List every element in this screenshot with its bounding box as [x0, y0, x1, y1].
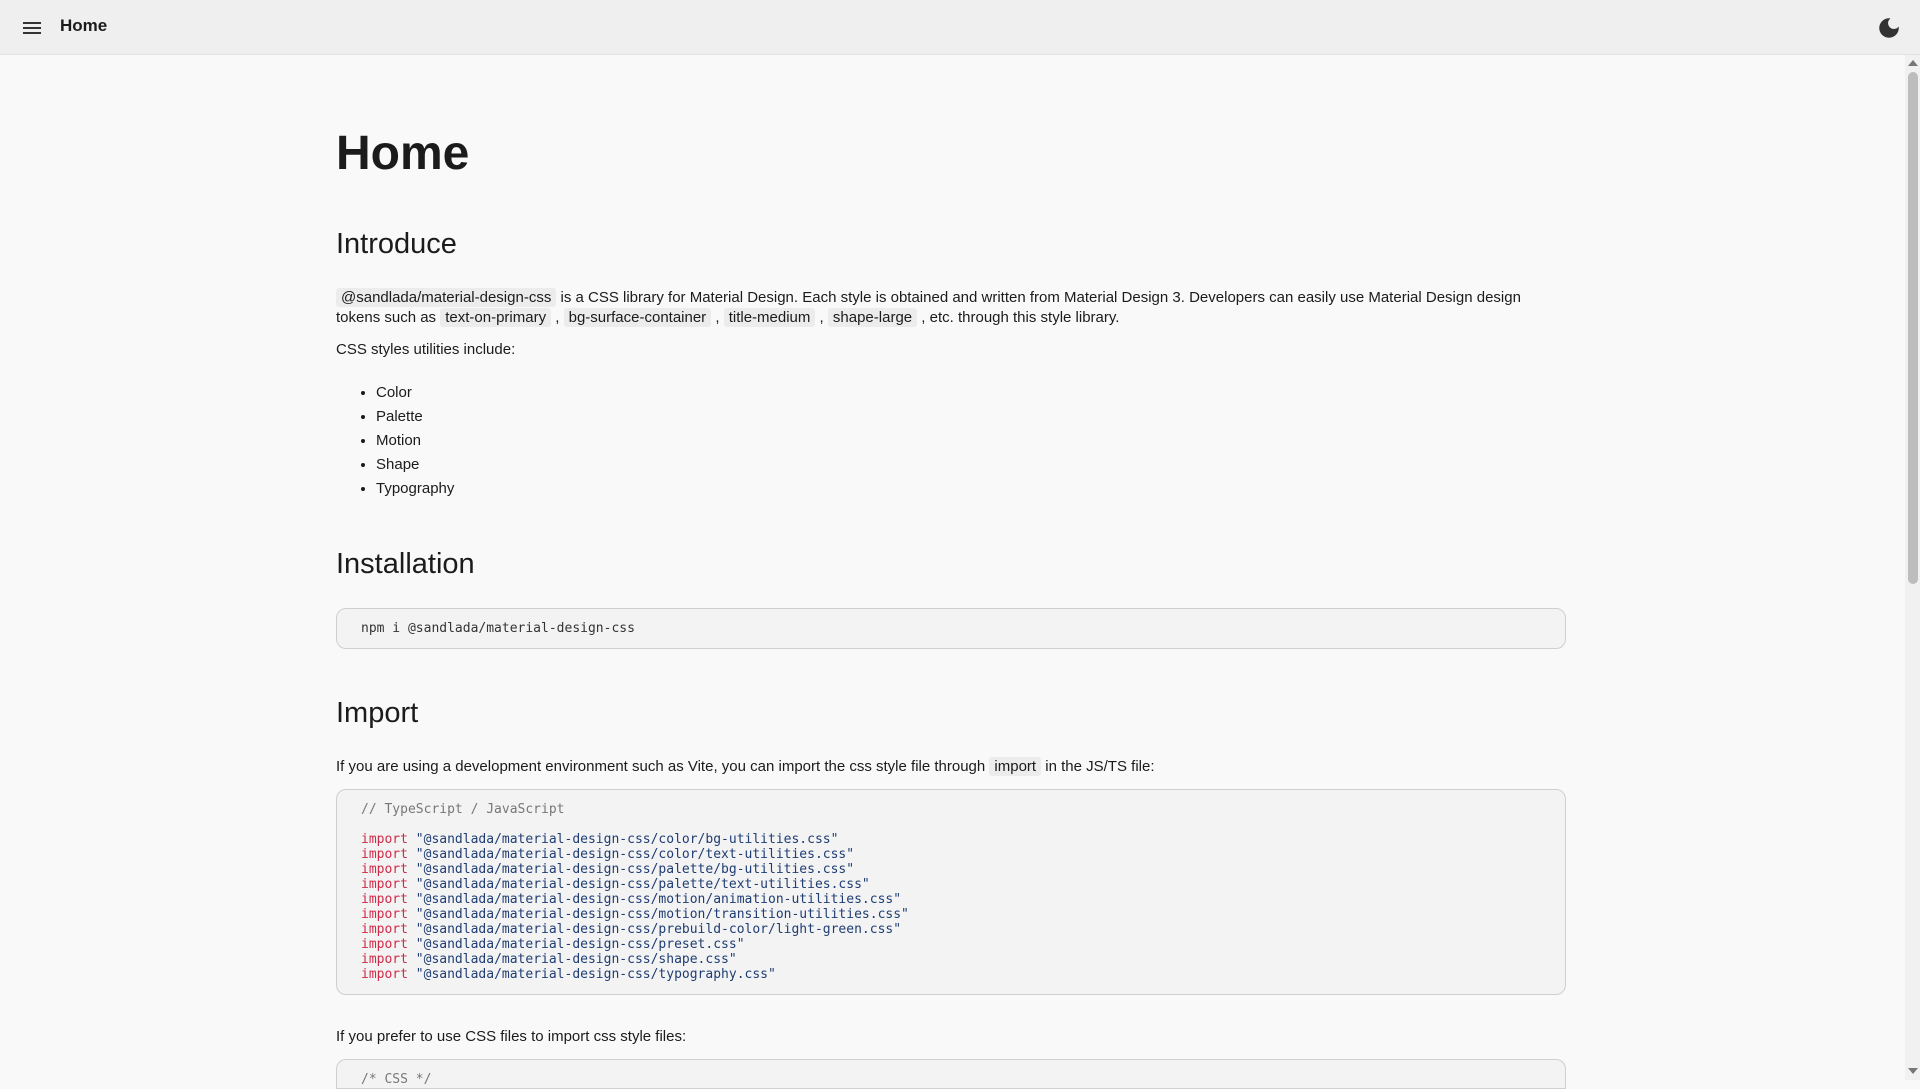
- code-keyword: import: [361, 922, 408, 937]
- code-line: import "@sandlada/material-design-css/ty…: [361, 967, 1541, 982]
- css-import-paragraph: If you prefer to use CSS files to import…: [336, 1028, 687, 1045]
- code-string: "@sandlada/material-design-css/shape.css…: [415, 952, 737, 967]
- code-line: import "@sandlada/material-design-css/mo…: [361, 892, 1541, 907]
- import-text-end: in the JS/TS file:: [1041, 758, 1155, 775]
- code-line: import "@sandlada/material-design-css/pr…: [361, 922, 1541, 937]
- code-line: import "@sandlada/material-design-css/co…: [361, 832, 1541, 847]
- list-item: Typography: [376, 477, 454, 501]
- list-item: Motion: [376, 429, 454, 453]
- section-heading-introduce: Introduce: [336, 228, 457, 260]
- code-keyword: import: [361, 892, 408, 907]
- code-line: import "@sandlada/material-design-css/pa…: [361, 877, 1541, 892]
- code-keyword: import: [361, 937, 408, 952]
- utilities-intro: CSS styles utilities include:: [336, 341, 516, 358]
- code-string: "@sandlada/material-design-css/preset.cs…: [415, 937, 745, 952]
- css-code-block[interactable]: /* CSS */: [336, 1059, 1566, 1089]
- code-keyword: import: [361, 847, 408, 862]
- install-command: npm i @sandlada/material-design-css: [361, 621, 635, 636]
- code-string: "@sandlada/material-design-css/color/tex…: [415, 847, 855, 862]
- page-title: Home: [336, 127, 470, 180]
- section-heading-import: Import: [336, 697, 419, 729]
- list-item: Color: [376, 381, 454, 405]
- code-string: "@sandlada/material-design-css/motion/an…: [415, 892, 902, 907]
- code-string: "@sandlada/material-design-css/prebuild-…: [415, 922, 902, 937]
- menu-icon[interactable]: [19, 15, 45, 41]
- code-comment: // TypeScript / JavaScript: [361, 802, 565, 817]
- section-heading-installation: Installation: [336, 548, 475, 580]
- top-app-bar: Home: [0, 0, 1920, 55]
- inline-code-token: bg-surface-container: [563, 308, 712, 327]
- inline-code-token: text-on-primary: [440, 308, 552, 327]
- code-line: import "@sandlada/material-design-css/co…: [361, 847, 1541, 862]
- list-item: Shape: [376, 453, 454, 477]
- inline-code-package: @sandlada/material-design-css: [336, 288, 557, 307]
- separator: ,: [551, 309, 564, 326]
- code-keyword: import: [361, 967, 408, 982]
- code-line: import "@sandlada/material-design-css/sh…: [361, 952, 1541, 967]
- dark-mode-icon[interactable]: [1876, 15, 1902, 41]
- inline-code-import: import: [989, 757, 1042, 776]
- app-bar-title: Home: [60, 16, 108, 35]
- intro-paragraph: @sandlada/material-design-css is a CSS l…: [336, 288, 1568, 328]
- inline-code-token: title-medium: [723, 308, 816, 327]
- code-keyword: import: [361, 862, 408, 877]
- code-string: "@sandlada/material-design-css/palette/t…: [415, 877, 870, 892]
- code-string: "@sandlada/material-design-css/typograph…: [415, 967, 776, 982]
- import-code-block[interactable]: // TypeScript / JavaScript import "@sand…: [336, 789, 1566, 995]
- separator: ,: [815, 309, 828, 326]
- code-keyword: import: [361, 907, 408, 922]
- import-paragraph: If you are using a development environme…: [336, 757, 1568, 777]
- install-code-block[interactable]: npm i @sandlada/material-design-css: [336, 608, 1566, 649]
- separator: ,: [711, 309, 724, 326]
- code-keyword: import: [361, 877, 408, 892]
- import-text: If you are using a development environme…: [336, 758, 990, 775]
- intro-text-end: , etc. through this style library.: [917, 309, 1120, 326]
- code-keyword: import: [361, 952, 408, 967]
- inline-code-token: shape-large: [827, 308, 918, 327]
- feature-list: Color Palette Motion Shape Typography: [336, 381, 454, 501]
- code-line: import "@sandlada/material-design-css/pa…: [361, 862, 1541, 877]
- scrollbar-thumb[interactable]: [1908, 72, 1918, 584]
- code-string: "@sandlada/material-design-css/palette/b…: [415, 862, 855, 877]
- scroll-down-arrow[interactable]: [1908, 1068, 1918, 1074]
- code-string: "@sandlada/material-design-css/color/bg-…: [415, 832, 839, 847]
- list-item: Palette: [376, 405, 454, 429]
- code-keyword: import: [361, 832, 408, 847]
- code-string: "@sandlada/material-design-css/motion/tr…: [415, 907, 909, 922]
- scroll-up-arrow[interactable]: [1908, 60, 1918, 66]
- code-line: import "@sandlada/material-design-css/pr…: [361, 937, 1541, 952]
- code-line: import "@sandlada/material-design-css/mo…: [361, 907, 1541, 922]
